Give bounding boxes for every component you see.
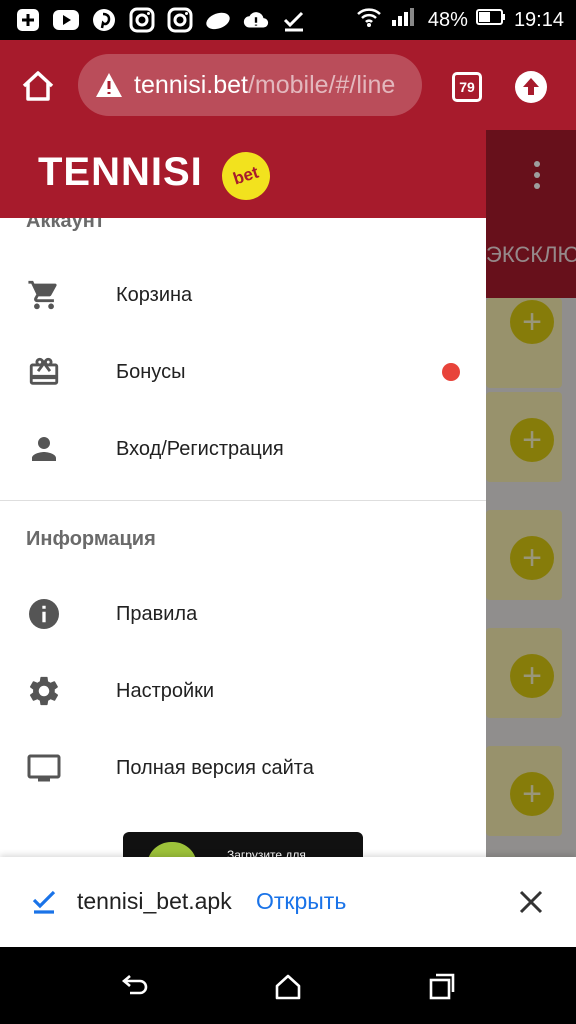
youtube-icon: [52, 6, 80, 34]
url-host: tennisi.bet: [134, 70, 248, 99]
cart-icon: [26, 277, 62, 313]
status-bar: 48% 19:14: [0, 0, 576, 40]
check-icon: [280, 6, 308, 34]
home-icon: [22, 71, 54, 101]
info-icon: [26, 596, 62, 632]
menu-item-label: Полная версия сайта: [116, 756, 314, 779]
android-download-banner[interactable]: Загрузите для: [123, 832, 363, 857]
menu-item-settings[interactable]: Настройки: [0, 656, 486, 726]
notification-dot: [442, 363, 460, 381]
android-banner-text: Загрузите для: [227, 848, 306, 857]
gear-icon: [26, 673, 62, 709]
logo-bet-badge: bet: [215, 145, 277, 207]
battery-icon: [475, 8, 506, 32]
menu-item-label: Настройки: [116, 679, 215, 702]
menu-item-bonuses[interactable]: Бонусы: [0, 337, 486, 407]
home-button[interactable]: [18, 66, 58, 106]
cloud-warning-icon: [242, 6, 270, 34]
tab-count: 79: [459, 79, 475, 95]
menu-item-label: Корзина: [116, 283, 193, 306]
menu-item-rules[interactable]: Правила: [0, 579, 486, 649]
android-icon: [147, 842, 197, 857]
menu-item-login[interactable]: Вход/Регистрация: [0, 414, 486, 484]
wifi-icon: [356, 6, 382, 34]
instagram-icon: [166, 6, 194, 34]
back-icon[interactable]: [118, 971, 150, 1003]
browser-toolbar: tennisi.bet/mobile/#/line 79: [0, 40, 576, 130]
download-filename: tennisi_bet.apk: [77, 888, 232, 914]
update-button[interactable]: [514, 70, 548, 104]
url-bar[interactable]: tennisi.bet/mobile/#/line: [78, 54, 422, 116]
person-icon: [26, 431, 62, 467]
upload-arrow-icon: [515, 71, 547, 103]
open-download-button[interactable]: Открыть: [256, 888, 346, 915]
navigation-drawer: TENNISI bet Аккаунт Корзина Бонусы Вход/…: [0, 130, 486, 857]
recents-icon[interactable]: [426, 971, 458, 1003]
download-bar: tennisi_bet.apk Открыть: [0, 857, 576, 947]
divider: [0, 500, 486, 501]
clock: 19:14: [513, 8, 564, 31]
logo-text: TENNISI: [38, 150, 203, 194]
pinterest-icon: [90, 6, 118, 34]
battery-percent: 48%: [427, 8, 468, 31]
warning-icon: [96, 73, 122, 97]
home-nav-icon[interactable]: [272, 971, 304, 1003]
system-nav-bar: [0, 947, 576, 1024]
download-done-icon: [32, 890, 56, 914]
menu-item-full-site[interactable]: Полная версия сайта: [0, 733, 486, 803]
close-icon[interactable]: [516, 887, 546, 917]
drawer-header: TENNISI bet: [0, 130, 486, 218]
cloud-icon: [204, 6, 232, 34]
add-box-icon: [14, 6, 42, 34]
monitor-icon: [26, 750, 62, 786]
instagram-icon: [128, 6, 156, 34]
url-path: /mobile/#/line: [247, 70, 396, 99]
section-title-info: Информация: [26, 528, 156, 550]
gift-icon: [26, 354, 62, 390]
menu-item-label: Бонусы: [116, 360, 186, 383]
signal-icon: [390, 6, 420, 34]
menu-item-cart[interactable]: Корзина: [0, 260, 486, 330]
menu-item-label: Правила: [116, 602, 198, 625]
menu-item-label: Вход/Регистрация: [116, 437, 284, 460]
tab-switcher-button[interactable]: 79: [452, 72, 482, 102]
